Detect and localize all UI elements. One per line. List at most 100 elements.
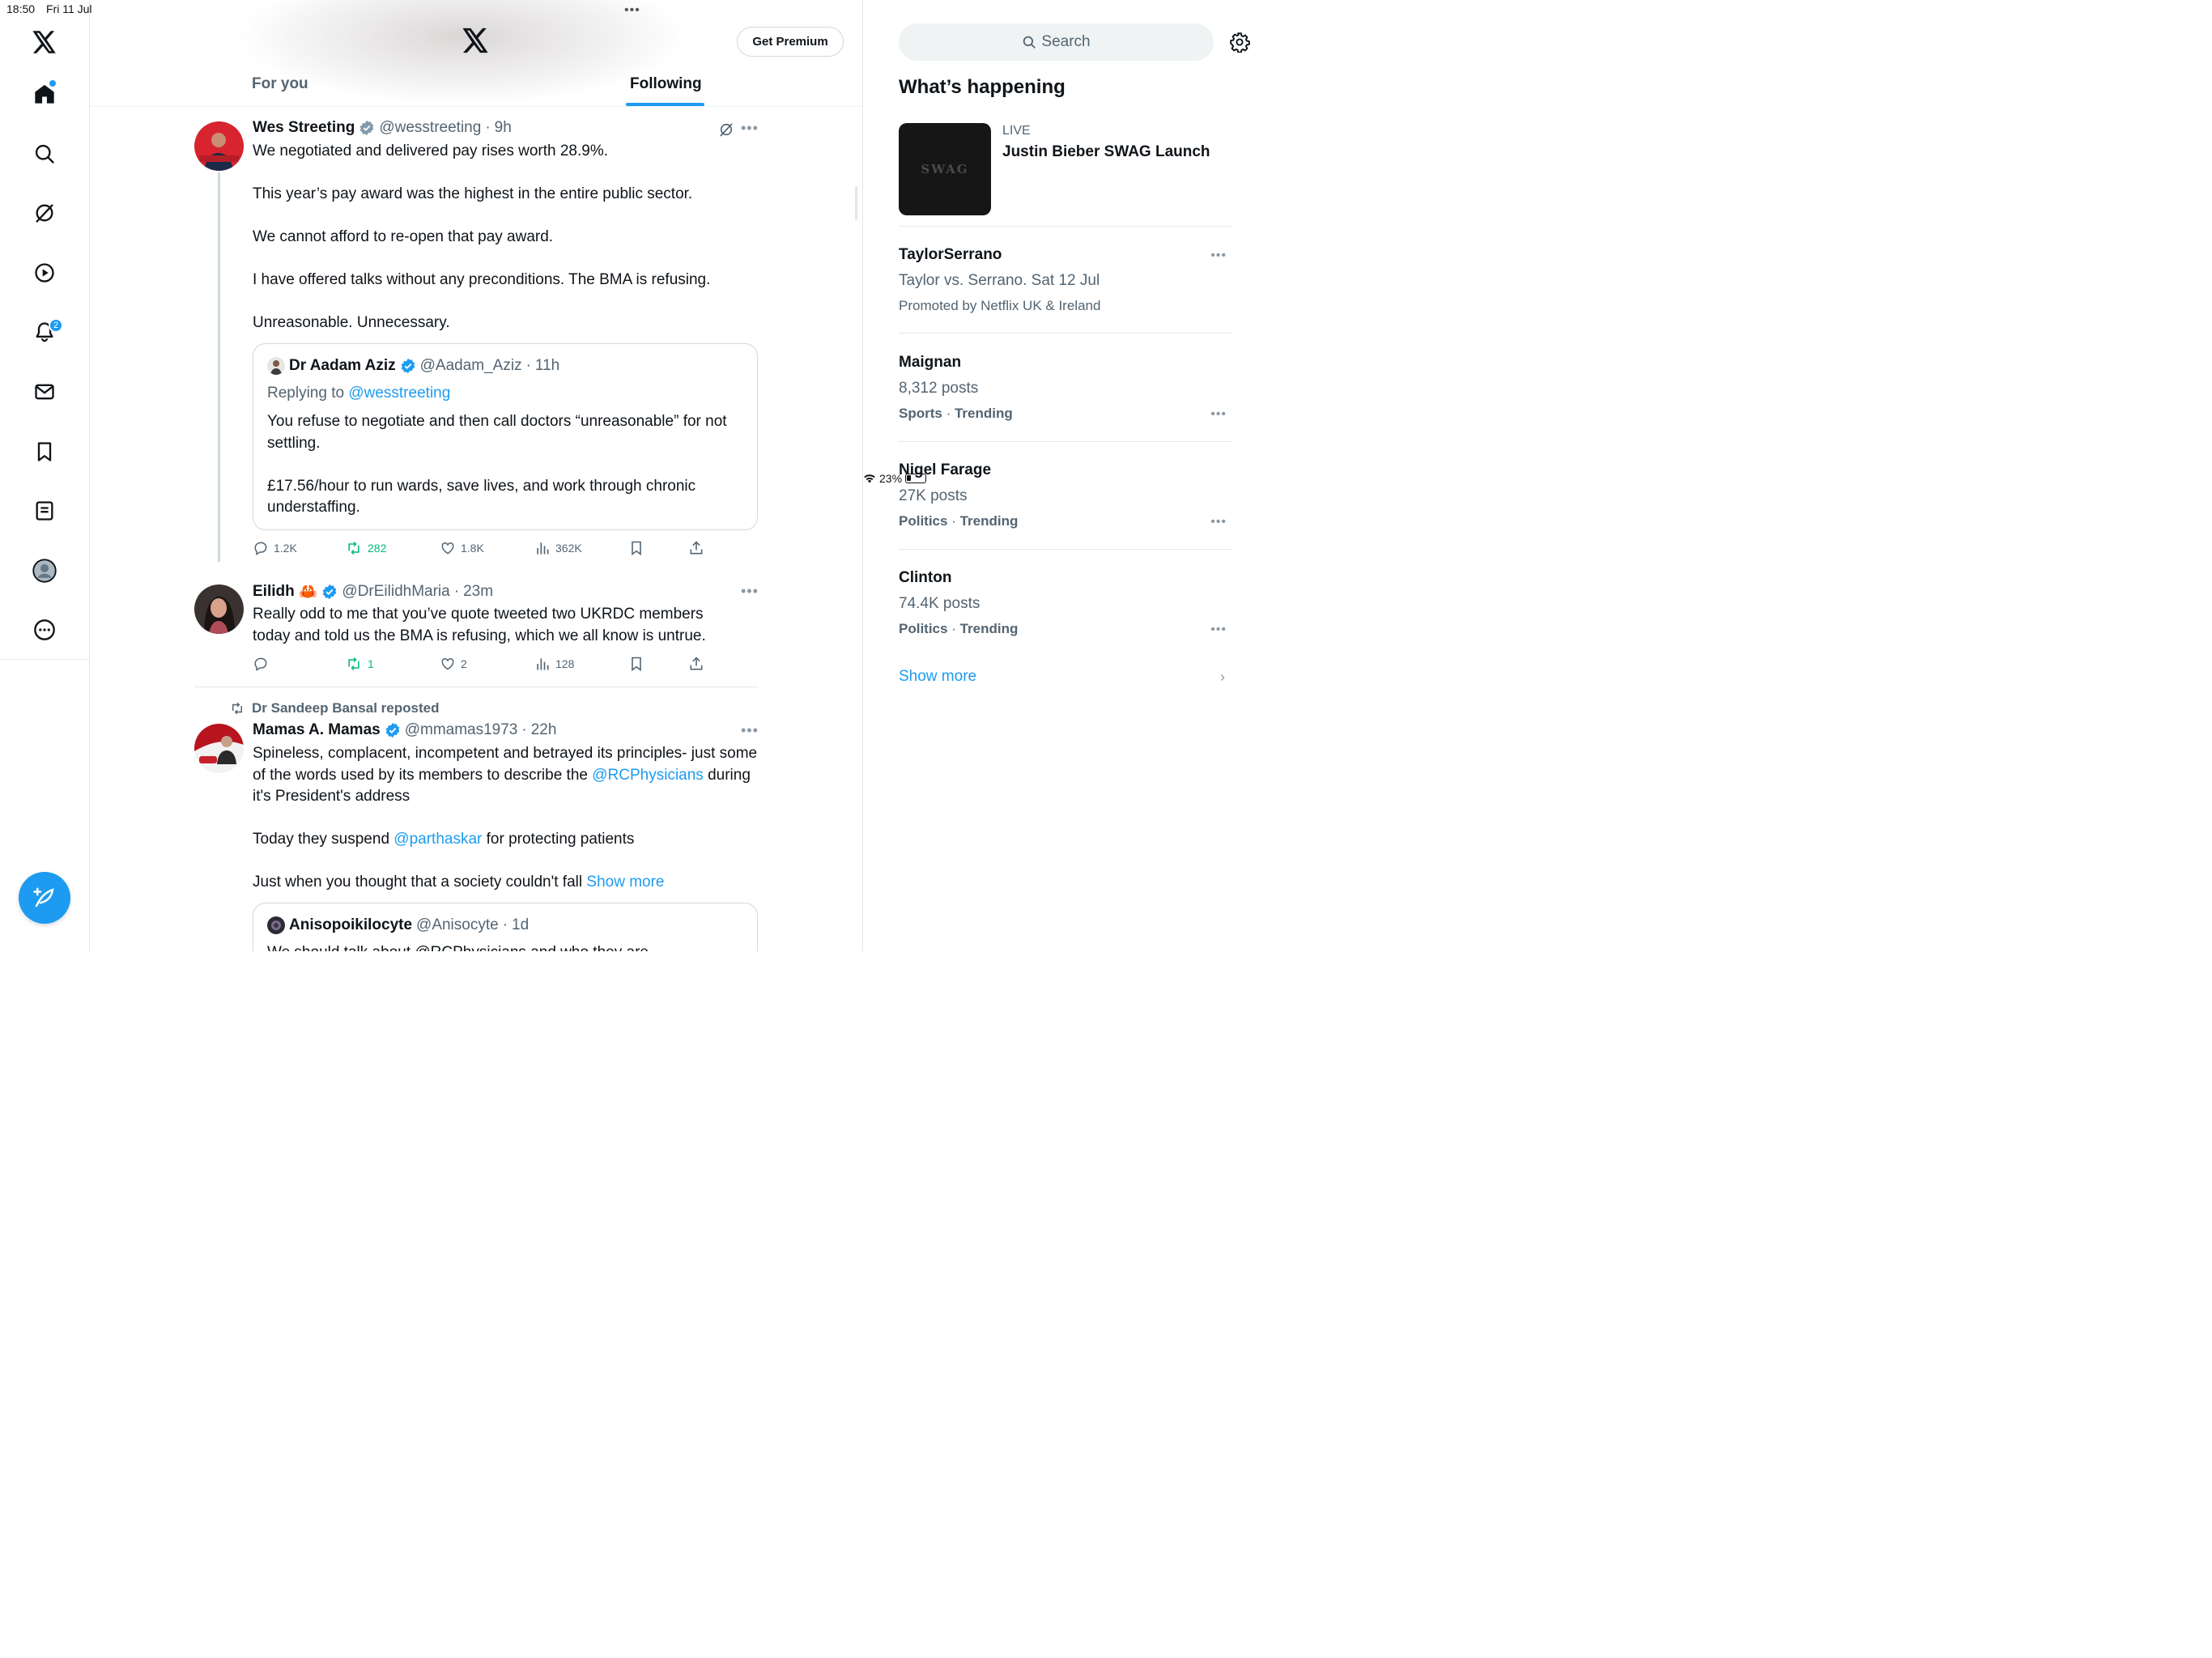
repost-small-icon	[232, 702, 242, 715]
reply-button[interactable]: 1.2K	[253, 540, 297, 556]
live-event-card[interactable]: SWAG LIVE Justin Bieber SWAG Launch	[899, 123, 1231, 215]
bookmarks-icon[interactable]	[30, 437, 59, 466]
quoted-avatar[interactable]	[267, 357, 285, 375]
trend-separator	[899, 441, 1233, 442]
tab-for-you[interactable]: For you	[252, 75, 308, 93]
trend-item[interactable]: Maignan 8,312 posts Sports · Trending ••…	[899, 354, 1233, 422]
more-options-icon[interactable]: •••	[741, 722, 759, 739]
trend-item[interactable]: Clinton 74.4K posts Politics · Trending …	[899, 569, 1233, 637]
quoted-author-handle[interactable]: @Anisocyte	[416, 916, 499, 934]
quoted-avatar[interactable]	[267, 916, 285, 934]
author-name[interactable]: Wes Streeting	[253, 119, 355, 137]
like-button[interactable]: 2	[440, 656, 467, 672]
get-premium-button[interactable]: Get Premium	[737, 27, 844, 57]
x-logo-header-icon	[462, 28, 489, 57]
live-label: LIVE	[1002, 124, 1031, 138]
trend-status: Trending	[954, 406, 1013, 421]
tweet-time[interactable]: 23m	[463, 583, 493, 601]
scrollbar[interactable]	[855, 186, 857, 220]
tweet-time[interactable]: 9h	[495, 119, 512, 137]
trend-item[interactable]: Nigel Farage 27K posts Politics · Trendi…	[899, 461, 1233, 529]
show-more-link[interactable]: Show more	[899, 668, 976, 686]
settings-gear-icon[interactable]	[1229, 32, 1250, 57]
trend-more-icon[interactable]: •••	[1210, 249, 1227, 263]
trend-meta: Politics · Trending	[899, 621, 1019, 636]
notification-count-badge: 2	[49, 318, 63, 333]
avatar[interactable]	[194, 724, 244, 773]
quoted-paragraph: £17.56/hour to run wards, save lives, an…	[267, 477, 696, 517]
more-options-icon[interactable]: •••	[741, 583, 759, 600]
repost-icon	[348, 657, 359, 671]
heart-icon	[441, 657, 454, 670]
trend-more-icon[interactable]: •••	[1210, 407, 1227, 422]
more-options-icon[interactable]: •••	[741, 120, 759, 137]
share-button[interactable]	[688, 540, 704, 556]
more-circle-icon[interactable]	[30, 615, 59, 644]
repost-button[interactable]: 282	[345, 540, 386, 556]
views-button[interactable]: 362K	[534, 540, 582, 556]
avatar[interactable]	[194, 121, 244, 171]
grok-icon[interactable]	[30, 198, 59, 227]
separator-dot: ·	[453, 583, 460, 600]
tab-following[interactable]: Following	[630, 75, 702, 93]
quoted-paragraph: You refuse to negotiate and then call do…	[267, 413, 727, 452]
tweet-time[interactable]: 22h	[531, 721, 557, 739]
compose-post-button[interactable]	[19, 872, 70, 924]
notifications-icon[interactable]: 2	[30, 317, 63, 346]
show-more-link[interactable]: Show more	[586, 874, 664, 891]
mention-link[interactable]: @RCPhysicians	[592, 767, 704, 784]
profile-avatar-icon[interactable]	[30, 556, 59, 585]
share-button[interactable]	[688, 656, 704, 672]
like-button[interactable]: 1.8K	[440, 540, 484, 556]
author-handle[interactable]: @mmamas1973	[405, 721, 518, 739]
share-icon	[690, 657, 703, 670]
tweet-paragraph: This year’s pay award was the highest in…	[253, 185, 693, 202]
text-run: Just when you thought that a society cou…	[253, 874, 583, 891]
mention-link[interactable]: @parthaskar	[393, 831, 482, 848]
tweet-actions: 1 2 128	[253, 656, 755, 675]
quoted-tweet-text: You refuse to negotiate and then call do…	[267, 411, 745, 519]
replying-to-link[interactable]: @wesstreeting	[348, 385, 450, 402]
quoted-author-name[interactable]: Dr Aadam Aziz	[289, 357, 396, 375]
quoted-tweet[interactable]: Dr Aadam Aziz @Aadam_Aziz · 11h Replying…	[253, 343, 758, 530]
reply-button[interactable]	[253, 656, 269, 672]
quoted-author-handle[interactable]: @Aadam_Aziz	[420, 357, 522, 375]
trend-more-icon[interactable]: •••	[1210, 623, 1227, 637]
repost-count: 1	[368, 657, 374, 670]
trend-separator	[899, 226, 1233, 227]
author-handle[interactable]: @DrEilidhMaria	[342, 583, 449, 601]
reply-icon	[254, 542, 267, 555]
author-name[interactable]: Eilidh	[253, 583, 295, 601]
author-name[interactable]: Mamas A. Mamas	[253, 721, 381, 739]
views-button[interactable]: 128	[534, 656, 574, 672]
author-handle[interactable]: @wesstreeting	[379, 119, 481, 137]
trend-more-icon[interactable]: •••	[1210, 515, 1227, 529]
x-logo-icon[interactable]	[30, 28, 59, 57]
tweet-header: Eilidh 🦀 @DrEilidhMaria · 23m	[253, 582, 493, 602]
bookmark-button[interactable]	[628, 540, 644, 556]
views-chart-icon	[537, 542, 549, 555]
reposted-by: Dr Sandeep Bansal reposted	[229, 700, 439, 716]
grok-explain-icon[interactable]	[718, 121, 734, 142]
messages-icon[interactable]	[30, 377, 59, 406]
quoted-tweet[interactable]: Anisopoikilocyte @Anisocyte · 1d We shou…	[253, 903, 758, 951]
search-input[interactable]: Search	[899, 23, 1214, 61]
quoted-tweet-header: Anisopoikilocyte @Anisocyte · 1d	[267, 916, 529, 934]
separator-dot: ·	[525, 357, 531, 374]
reposted-by-text[interactable]: Dr Sandeep Bansal reposted	[252, 700, 439, 716]
quoted-author-name[interactable]: Anisopoikilocyte	[289, 916, 412, 934]
home-icon[interactable]	[30, 79, 59, 108]
bookmark-button[interactable]	[628, 656, 644, 672]
trend-item[interactable]: TaylorSerrano Taylor vs. Serrano. Sat 12…	[899, 246, 1233, 314]
quoted-tweet-time[interactable]: 1d	[512, 916, 529, 934]
trend-meta: Politics · Trending	[899, 513, 1019, 529]
quoted-tweet-time[interactable]: 11h	[535, 357, 559, 375]
tweet-paragraph: We negotiated and delivered pay rises wo…	[253, 142, 609, 159]
multitask-dots[interactable]: •••	[624, 3, 640, 18]
repost-button[interactable]: 1	[345, 656, 374, 672]
search-icon[interactable]	[30, 139, 59, 168]
avatar[interactable]	[194, 585, 244, 634]
trend-subtitle: 27K posts	[899, 487, 968, 504]
lists-icon[interactable]	[30, 496, 59, 525]
video-icon[interactable]	[30, 258, 59, 287]
